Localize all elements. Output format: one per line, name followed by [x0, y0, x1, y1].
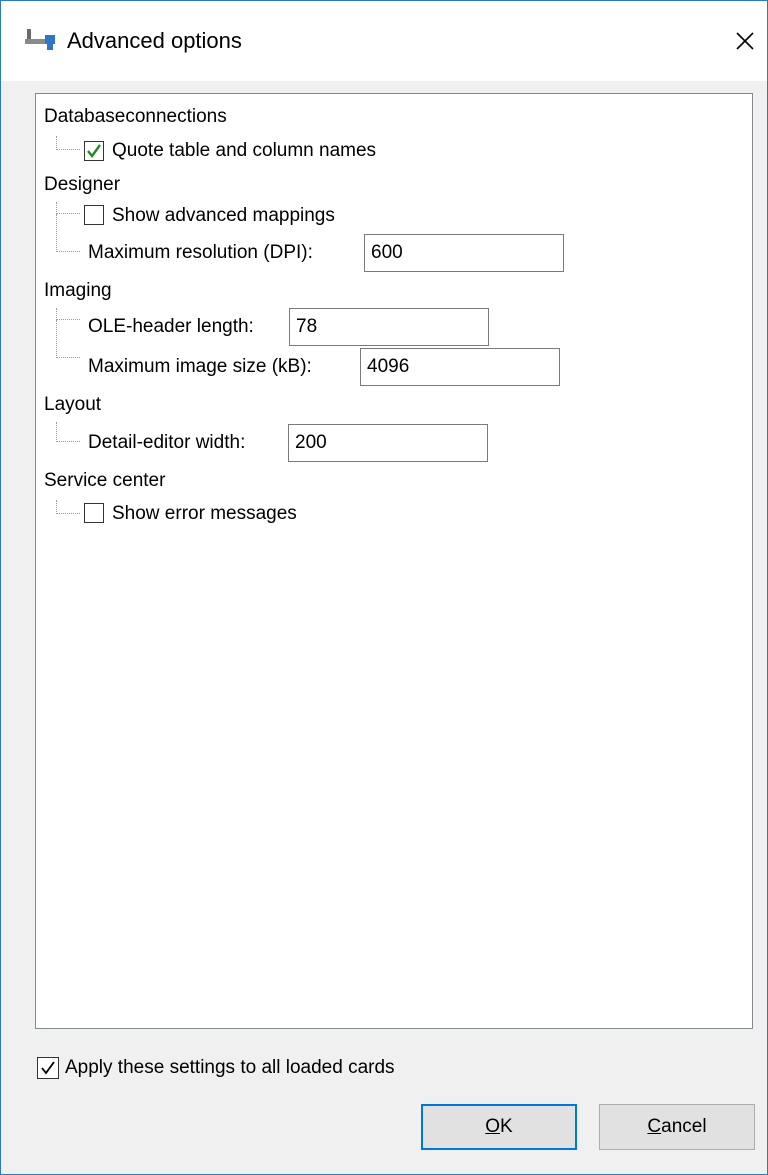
- category-database-connections: Databaseconnections: [44, 106, 227, 127]
- close-button[interactable]: [723, 19, 767, 63]
- max-resolution-label: Maximum resolution (DPI):: [88, 242, 313, 263]
- ole-header-length-input[interactable]: 78: [289, 308, 489, 346]
- ok-accelerator: O: [485, 1116, 501, 1137]
- category-layout: Layout: [44, 394, 102, 415]
- cancel-button[interactable]: Cancel: [599, 1104, 755, 1150]
- show-error-messages-label: Show error messages: [112, 503, 297, 524]
- category-service-center: Service center: [44, 470, 166, 491]
- apply-all-cards-label: Apply these settings to all loaded cards: [65, 1057, 395, 1078]
- show-advanced-mappings-checkbox[interactable]: [84, 205, 104, 225]
- tree-connector: [56, 320, 80, 358]
- checkmark-icon: [41, 1061, 55, 1075]
- options-tree[interactable]: Databaseconnections Quote table and colu…: [35, 93, 753, 1029]
- close-icon: [736, 32, 754, 50]
- advanced-options-dialog: Advanced options Databaseconnections Quo…: [0, 0, 768, 1175]
- tree-connector: [56, 202, 80, 214]
- detail-editor-width-input[interactable]: 200: [288, 424, 488, 462]
- ok-label: K: [500, 1116, 513, 1137]
- category-designer: Designer: [44, 174, 121, 195]
- max-resolution-input[interactable]: 600: [364, 234, 564, 272]
- show-advanced-mappings-label: Show advanced mappings: [112, 205, 335, 226]
- cancel-accelerator: C: [647, 1116, 662, 1137]
- database-plug-icon: [25, 29, 55, 50]
- detail-editor-width-label: Detail-editor width:: [88, 432, 246, 453]
- cancel-label: ancel: [661, 1116, 707, 1137]
- quote-names-label: Quote table and column names: [112, 140, 377, 161]
- title-bar: Advanced options: [1, 1, 767, 81]
- apply-all-cards-checkbox[interactable]: [37, 1057, 59, 1079]
- tree-connector: [56, 214, 80, 252]
- max-image-size-input[interactable]: 4096: [360, 348, 560, 386]
- ole-header-length-label: OLE-header length:: [88, 316, 254, 337]
- window-title: Advanced options: [67, 28, 242, 53]
- tree-connector: [56, 136, 80, 150]
- max-image-size-label: Maximum image size (kB):: [88, 356, 312, 377]
- category-imaging: Imaging: [44, 280, 112, 301]
- ok-button[interactable]: OK: [421, 1104, 577, 1150]
- show-error-messages-checkbox[interactable]: [84, 503, 104, 523]
- tree-connector: [56, 308, 80, 320]
- tree-connector: [56, 500, 80, 514]
- checkmark-icon: [87, 144, 101, 158]
- tree-connector: [56, 422, 80, 442]
- quote-names-checkbox[interactable]: [84, 141, 104, 161]
